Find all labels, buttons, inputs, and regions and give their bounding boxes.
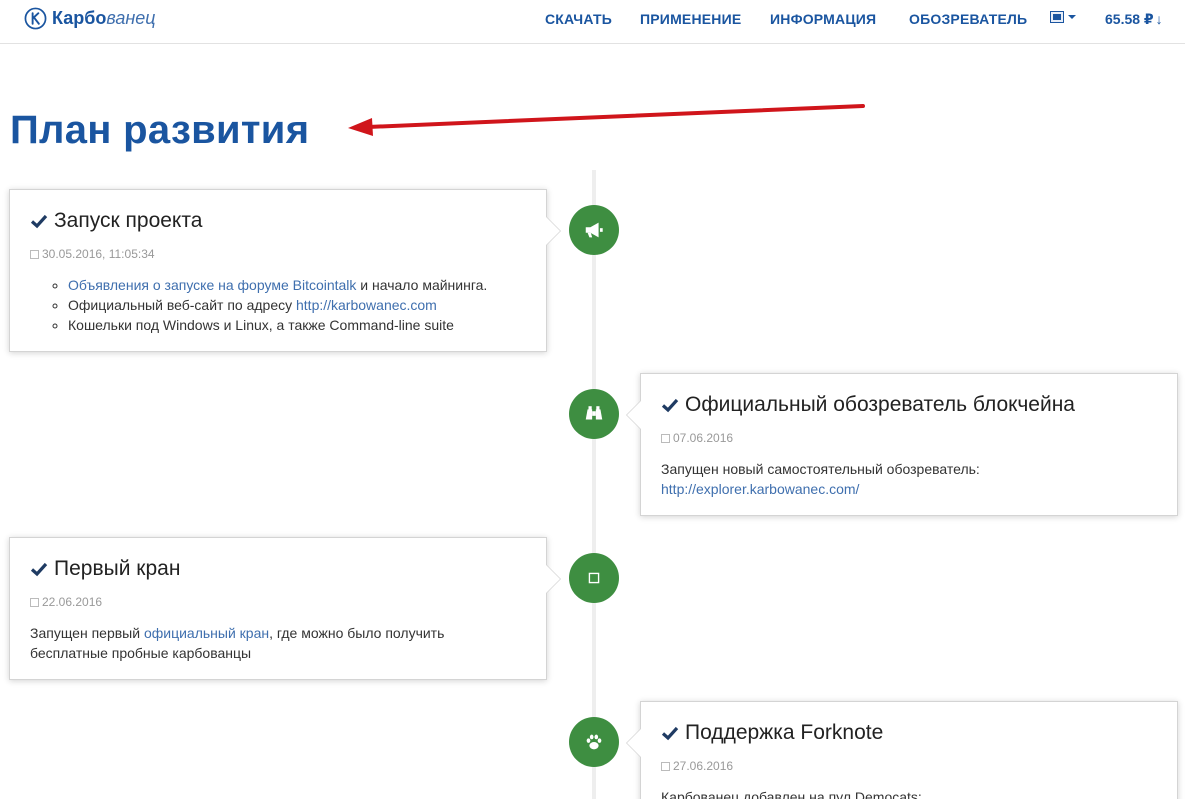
nav-explorer-link[interactable]: ОБОЗРЕВАТЕЛЬ [909, 11, 1027, 27]
panel-date: 22.06.2016 [30, 595, 526, 609]
language-flag-icon [1050, 11, 1064, 23]
clock-icon [661, 761, 670, 771]
panel-title: Поддержка Forknote [661, 720, 1157, 746]
website-link[interactable]: http://karbowanec.com [296, 297, 437, 313]
check-icon [661, 398, 679, 413]
panel-date: 07.06.2016 [661, 431, 1157, 445]
language-dropdown[interactable] [1050, 11, 1076, 23]
check-icon [661, 726, 679, 741]
official-faucet-link[interactable]: официальный кран [144, 625, 269, 641]
timeline-panel-forknote: Поддержка Forknote 27.06.2016 Карбованец… [626, 701, 1178, 799]
list-item: Официальный веб-сайт по адресу http://ka… [68, 295, 526, 315]
brand-logo-link[interactable]: Карбованец [24, 7, 156, 30]
timeline-panel-explorer: Официальный обозреватель блокчейна 07.06… [626, 373, 1178, 516]
clock-icon [30, 249, 39, 259]
bitcointalk-announcement-link[interactable]: Объявления о запуске на форуме Bitcointa… [68, 277, 356, 293]
megaphone-icon [585, 222, 603, 238]
binoculars-icon [585, 406, 603, 420]
list-item: Объявления о запуске на форуме Bitcointa… [68, 275, 526, 295]
panel-body: Запущен новый самостоятельный обозревате… [661, 459, 1157, 499]
timeline-line [592, 170, 596, 799]
clock-icon [661, 433, 670, 443]
red-annotation-arrow-icon [348, 104, 865, 136]
timeline-panel-launch: Запуск проекта 30.05.2016, 11:05:34 Объя… [9, 189, 561, 352]
timeline-badge [569, 205, 619, 255]
panel-body: Объявления о запуске на форуме Bitcointa… [30, 275, 526, 335]
nav-download-link[interactable]: СКАЧАТЬ [545, 11, 612, 27]
panel-body: Запущен первый официальный кран, где мож… [30, 625, 445, 661]
nav-usage-link[interactable]: ПРИМЕНЕНИЕ [640, 11, 741, 27]
price-ticker[interactable]: 65.58 ₽ ↓ [1105, 11, 1163, 28]
panel-date: 30.05.2016, 11:05:34 [30, 247, 526, 261]
panel-text: Запущен новый самостоятельный обозревате… [661, 461, 980, 477]
list-item: Кошельки под Windows и Linux, а также Co… [68, 315, 526, 335]
karbo-logo-icon [24, 7, 47, 30]
check-icon [30, 214, 48, 229]
top-navbar: Карбованец СКАЧАТЬ ПРИМЕНЕНИЕ ИНФОРМАЦИЯ… [0, 0, 1185, 44]
clock-icon [30, 597, 39, 607]
timeline-badge [569, 553, 619, 603]
paw-icon [586, 734, 602, 750]
chevron-down-icon [1068, 15, 1076, 19]
timeline-panel-faucet: Первый кран 22.06.2016 Запущен первый оф… [9, 537, 561, 680]
price-down-arrow-icon: ↓ [1155, 11, 1163, 27]
panel-body: Карбованец добавлен на пул Democats: [661, 789, 922, 799]
panel-date: 27.06.2016 [661, 759, 1157, 773]
timeline-badge [569, 389, 619, 439]
brand-name: Карбованец [52, 8, 156, 28]
explorer-link[interactable]: http://explorer.karbowanec.com/ [661, 481, 859, 497]
timeline-badge [569, 717, 619, 767]
check-icon [30, 562, 48, 577]
page-title: План развития [10, 108, 310, 152]
panel-title: Официальный обозреватель блокчейна [661, 392, 1157, 418]
panel-title: Запуск проекта [30, 208, 526, 234]
faucet-icon [588, 572, 600, 584]
panel-title: Первый кран [30, 556, 526, 582]
nav-info-link[interactable]: ИНФОРМАЦИЯ [770, 11, 876, 27]
